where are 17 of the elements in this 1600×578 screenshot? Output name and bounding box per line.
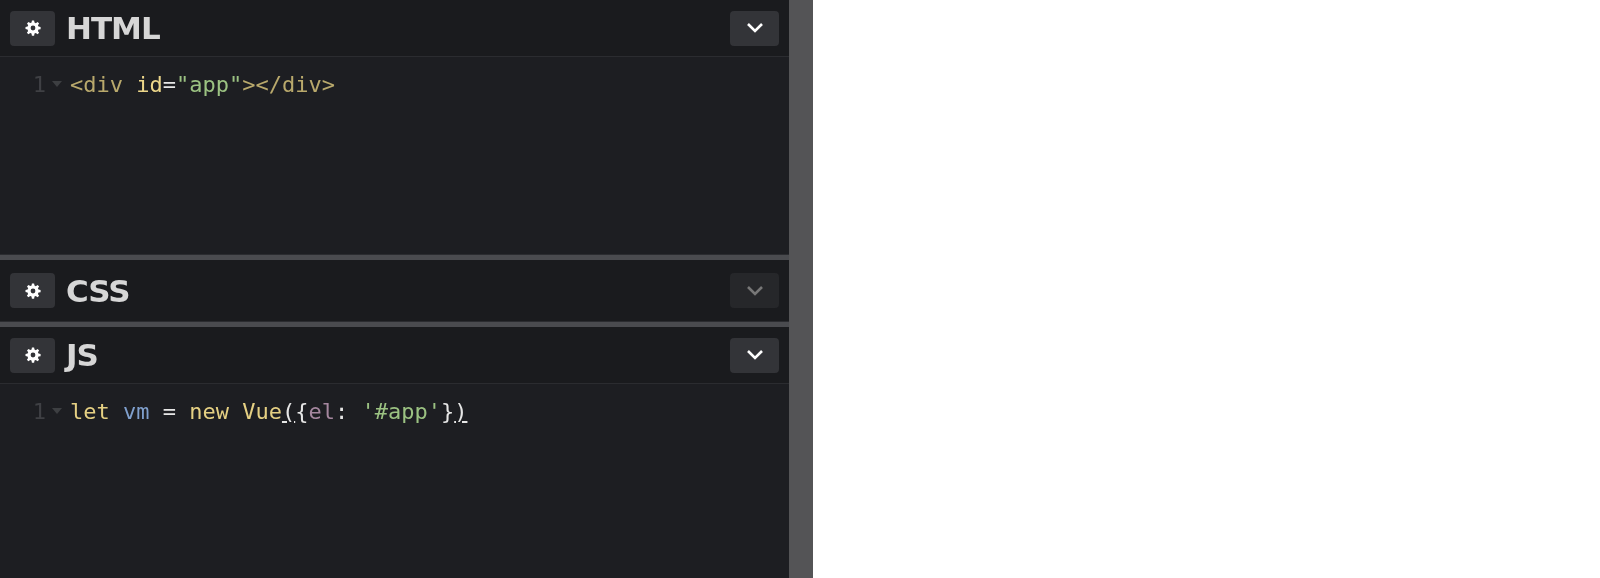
chevron-icon	[745, 349, 764, 361]
settings-icon	[24, 347, 41, 363]
panel-title: CSS	[66, 272, 131, 309]
settings-icon	[24, 20, 41, 36]
collapse-button[interactable]	[730, 10, 779, 46]
settings-button[interactable]	[10, 10, 55, 46]
collapse-button[interactable]	[730, 337, 779, 373]
code-line: <div id="app"></div>	[70, 71, 335, 97]
panel-title: HTML	[66, 10, 161, 46]
code-line: let vm = new Vue({el: '#app'})	[70, 398, 468, 424]
chevron-icon	[745, 284, 764, 297]
resize-handle[interactable]	[789, 0, 813, 578]
settings-button[interactable]	[10, 337, 55, 373]
settings-icon	[24, 282, 41, 299]
settings-button[interactable]	[10, 273, 55, 308]
chevron-icon	[745, 22, 764, 34]
panel-title: JS	[66, 337, 99, 373]
